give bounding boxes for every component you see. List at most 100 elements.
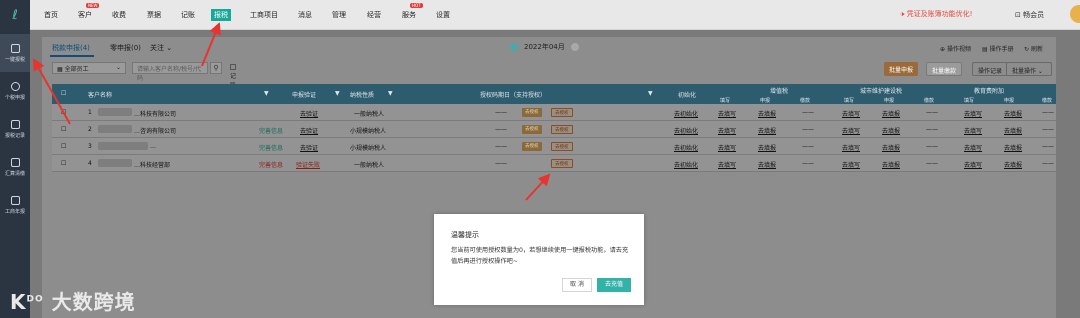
urban-declare-link[interactable]: 去填报 — [882, 126, 900, 135]
filter-icon[interactable]: ▼ — [335, 90, 340, 97]
verify-link[interactable]: 去验证 — [300, 126, 318, 135]
edu-declare-link[interactable]: 去填报 — [1004, 126, 1022, 135]
urban-declare-link[interactable]: 去填报 — [882, 160, 900, 169]
customer-name[interactable]: …科技有限公司 — [134, 109, 176, 118]
nav-item-services[interactable]: 服务 HOT — [402, 3, 423, 20]
batch-declare-button[interactable]: 批量申报 — [884, 62, 919, 76]
nav-item-tax[interactable]: 报税 — [211, 9, 231, 21]
tab-tax-declaration[interactable]: 税款申报(4) — [52, 43, 90, 53]
nav-item-messages[interactable]: 消息 — [298, 10, 312, 20]
vat-declare-link[interactable]: 去填报 — [758, 143, 776, 152]
vat-fill-link[interactable]: 去填写 — [718, 109, 736, 118]
notice-banner[interactable]: 🕩 凭证及账簿功能优化! — [900, 9, 972, 19]
row-checkbox[interactable]: ☐ — [61, 160, 66, 167]
table-row[interactable]: ☐ 1 …科技有限公司 去验证 一般纳税人 —— 去授权 去授权 去初始化 去填… — [52, 104, 1056, 121]
tab-zero-declaration[interactable]: 零申报(0) — [110, 43, 141, 53]
customer-name[interactable]: …科技经营部 — [134, 160, 170, 169]
urban-declare-link[interactable]: 去填报 — [882, 143, 900, 152]
filter-icon[interactable]: ▼ — [264, 90, 269, 97]
operation-record-button[interactable]: 操作记录 — [972, 62, 1009, 76]
sidebar-item-annual-report[interactable]: 工商年报 — [0, 186, 30, 224]
edu-fill-link[interactable]: 去填写 — [964, 109, 982, 118]
vat-declare-link[interactable]: 去填报 — [758, 126, 776, 135]
table-row[interactable]: ☐ 2 …咨询有限公司 完善信息 去验证 小规模纳税人 —— 去授权 去授权 去… — [52, 121, 1056, 138]
row-checkbox[interactable]: ☐ — [61, 143, 66, 150]
operation-manual-link[interactable]: ▤ 操作手册 — [982, 44, 1014, 53]
urban-fill-link[interactable]: 去填写 — [842, 160, 860, 169]
edu-fill-link[interactable]: 去填写 — [964, 160, 982, 169]
urban-fill-link[interactable]: 去填写 — [842, 109, 860, 118]
filter-icon[interactable]: ▼ — [388, 90, 393, 97]
sidebar-item-annual-settlement[interactable]: 汇算清缴 — [0, 148, 30, 186]
prev-period-icon[interactable] — [510, 43, 518, 51]
nav-item-home[interactable]: 首页 — [44, 10, 58, 20]
urban-declare-link[interactable]: 去填报 — [882, 109, 900, 118]
edu-declare-link[interactable]: 去填报 — [1004, 160, 1022, 169]
authorize-button[interactable]: 去授权 — [551, 108, 573, 117]
init-link[interactable]: 去初始化 — [674, 126, 698, 135]
auth-status-badge: 去授权 — [522, 108, 542, 117]
nav-item-invoices[interactable]: 票据 — [147, 10, 161, 20]
table-row[interactable]: ☐ 4 …科技经营部 完善信息 验证失败 一般纳税人 —— 去授权 去初始化 去… — [52, 155, 1056, 172]
nav-item-fees[interactable]: 收费 — [112, 10, 126, 20]
init-link[interactable]: 去初始化 — [674, 160, 698, 169]
verify-failed-link[interactable]: 验证失败 — [296, 160, 320, 169]
authorize-button[interactable]: 去授权 — [551, 159, 573, 168]
search-input[interactable]: 请输入客户名称/税号/代码 — [132, 62, 208, 82]
row-checkbox[interactable]: ☐ — [61, 126, 66, 133]
avatar[interactable] — [1070, 5, 1080, 23]
edu-declare-link[interactable]: 去填报 — [1004, 109, 1022, 118]
filter-icon[interactable]: ▼ — [648, 90, 653, 97]
row-checkbox[interactable]: ☐ — [61, 109, 66, 116]
vat-fill-link[interactable]: 去填写 — [718, 126, 736, 135]
vat-declare-link[interactable]: 去填报 — [758, 160, 776, 169]
refresh-button[interactable]: ↻ 刷新 — [1024, 44, 1043, 53]
operation-video-link[interactable]: ⊕ 操作视频 — [940, 44, 971, 53]
blurred-name — [98, 108, 132, 116]
complete-info-link[interactable]: 完善信息 — [259, 143, 283, 152]
urban-pay: —— — [926, 126, 938, 133]
authorize-button[interactable]: 去授权 — [551, 142, 573, 151]
customer-name[interactable]: … — [150, 143, 156, 150]
verify-link[interactable]: 去验证 — [300, 143, 318, 152]
cancel-button[interactable]: 取 消 — [562, 278, 592, 292]
authorize-button[interactable]: 去授权 — [551, 125, 573, 134]
sidebar-item-label: 个税申报 — [4, 94, 25, 101]
nav-item-operations[interactable]: 经营 — [367, 10, 381, 20]
nav-item-business-projects[interactable]: 工商项目 — [250, 10, 278, 20]
batch-collect-button[interactable]: 批量缴款 — [926, 62, 963, 76]
urban-fill-link[interactable]: 去填写 — [842, 143, 860, 152]
vat-declare-link[interactable]: 去填报 — [758, 109, 776, 118]
select-all-checkbox[interactable]: ☐ — [61, 90, 66, 97]
nav-item-bookkeeping[interactable]: 记账 — [181, 10, 195, 20]
tab-follow[interactable]: 关注 ⌄ — [150, 43, 172, 53]
edu-fill-link[interactable]: 去填写 — [964, 126, 982, 135]
urban-fill-link[interactable]: 去填写 — [842, 126, 860, 135]
init-link[interactable]: 去初始化 — [674, 143, 698, 152]
table-row[interactable]: ☐ 3 … 完善信息 去验证 小规模纳税人 —— 去授权 去授权 去初始化 去填… — [52, 138, 1056, 155]
vat-fill-link[interactable]: 去填写 — [718, 143, 736, 152]
complete-info-link[interactable]: 完善信息 — [259, 160, 283, 169]
edu-pay: —— — [1042, 109, 1054, 116]
vat-fill-link[interactable]: 去填写 — [718, 160, 736, 169]
sidebar-item-one-click-tax[interactable]: 一键报税 — [0, 34, 30, 72]
sidebar-item-personal-tax[interactable]: 个税申报 — [0, 72, 30, 110]
next-period-icon[interactable] — [570, 43, 579, 51]
verify-link[interactable]: 去验证 — [300, 109, 318, 118]
calculator-icon — [10, 157, 20, 167]
customer-name[interactable]: …咨询有限公司 — [134, 126, 176, 135]
sub-header-pay: 缴款 — [924, 98, 935, 104]
user-menu[interactable]: ⊡ 畅会员 — [1015, 10, 1044, 20]
batch-operation-dropdown[interactable]: 批量操作 ⌄ — [1006, 62, 1052, 76]
recharge-button[interactable]: 去充值 — [597, 278, 631, 292]
search-icon[interactable]: ⚲ — [210, 62, 222, 74]
nav-item-settings[interactable]: 设置 — [436, 10, 450, 20]
complete-info-link[interactable]: 完善信息 — [259, 126, 283, 135]
edu-declare-link[interactable]: 去填报 — [1004, 143, 1022, 152]
init-link[interactable]: 去初始化 — [674, 109, 698, 118]
edu-fill-link[interactable]: 去填写 — [964, 143, 982, 152]
staff-select[interactable]: ▦ 全部员工 ⌄ — [52, 62, 126, 74]
nav-item-customers[interactable]: 客户 NEW — [78, 3, 100, 20]
sidebar-item-tax-records[interactable]: 报税记录 — [0, 110, 30, 148]
nav-item-management[interactable]: 管理 — [332, 10, 346, 20]
